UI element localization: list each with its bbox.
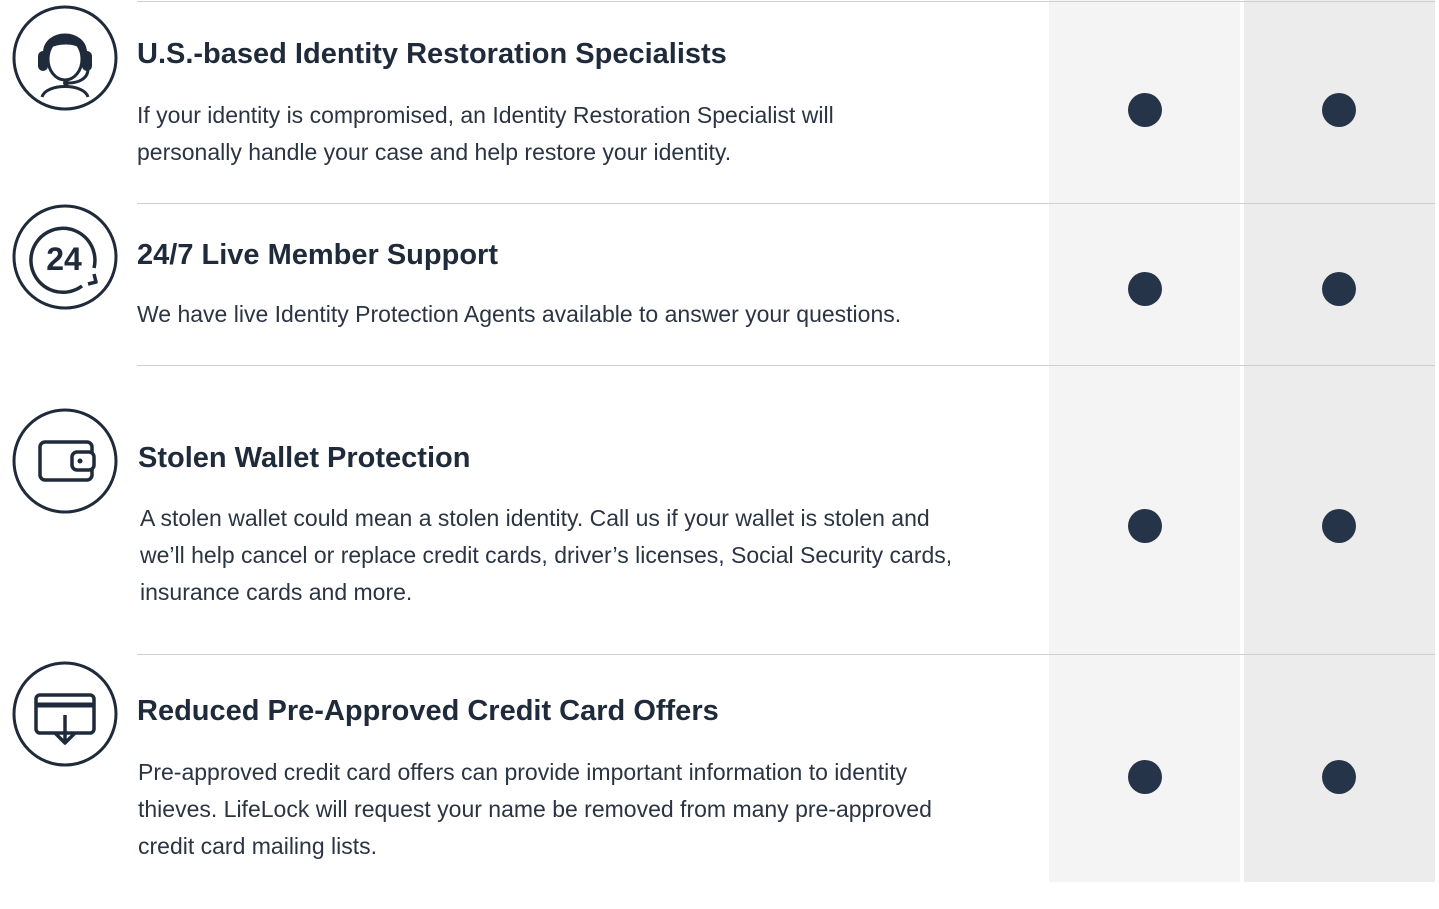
row-divider [137,203,1435,204]
row-divider [137,654,1435,655]
included-indicator-plan-1 [1128,509,1162,543]
row-divider [137,1,1435,2]
feature-title: Reduced Pre-Approved Credit Card Offers [137,695,719,727]
included-indicator-plan-2 [1322,509,1356,543]
included-indicator-plan-2 [1322,272,1356,306]
clock-24-icon: 24 [12,204,118,310]
clock-24-label: 24 [46,241,82,277]
wallet-icon [12,408,118,514]
included-indicator-plan-1 [1128,272,1162,306]
plan-column-1-background [1049,0,1240,882]
headset-icon [12,5,118,111]
row-divider [137,365,1435,366]
feature-description: If your identity is compromised, an Iden… [137,102,834,165]
feature-title: 24/7 Live Member Support [137,239,498,271]
included-indicator-plan-2 [1322,93,1356,127]
included-indicator-plan-1 [1128,93,1162,127]
feature-title: U.S.-based Identity Restoration Speciali… [137,38,727,70]
credit-card-download-icon [12,661,118,767]
included-indicator-plan-1 [1128,760,1162,794]
included-indicator-plan-2 [1322,760,1356,794]
feature-description: A stolen wallet could mean a stolen iden… [140,505,953,605]
feature-title: Stolen Wallet Protection [138,442,471,474]
feature-description: Pre-approved credit card offers can prov… [138,759,932,859]
plan-column-2-background [1244,0,1435,882]
feature-description: We have live Identity Protection Agents … [137,301,902,327]
